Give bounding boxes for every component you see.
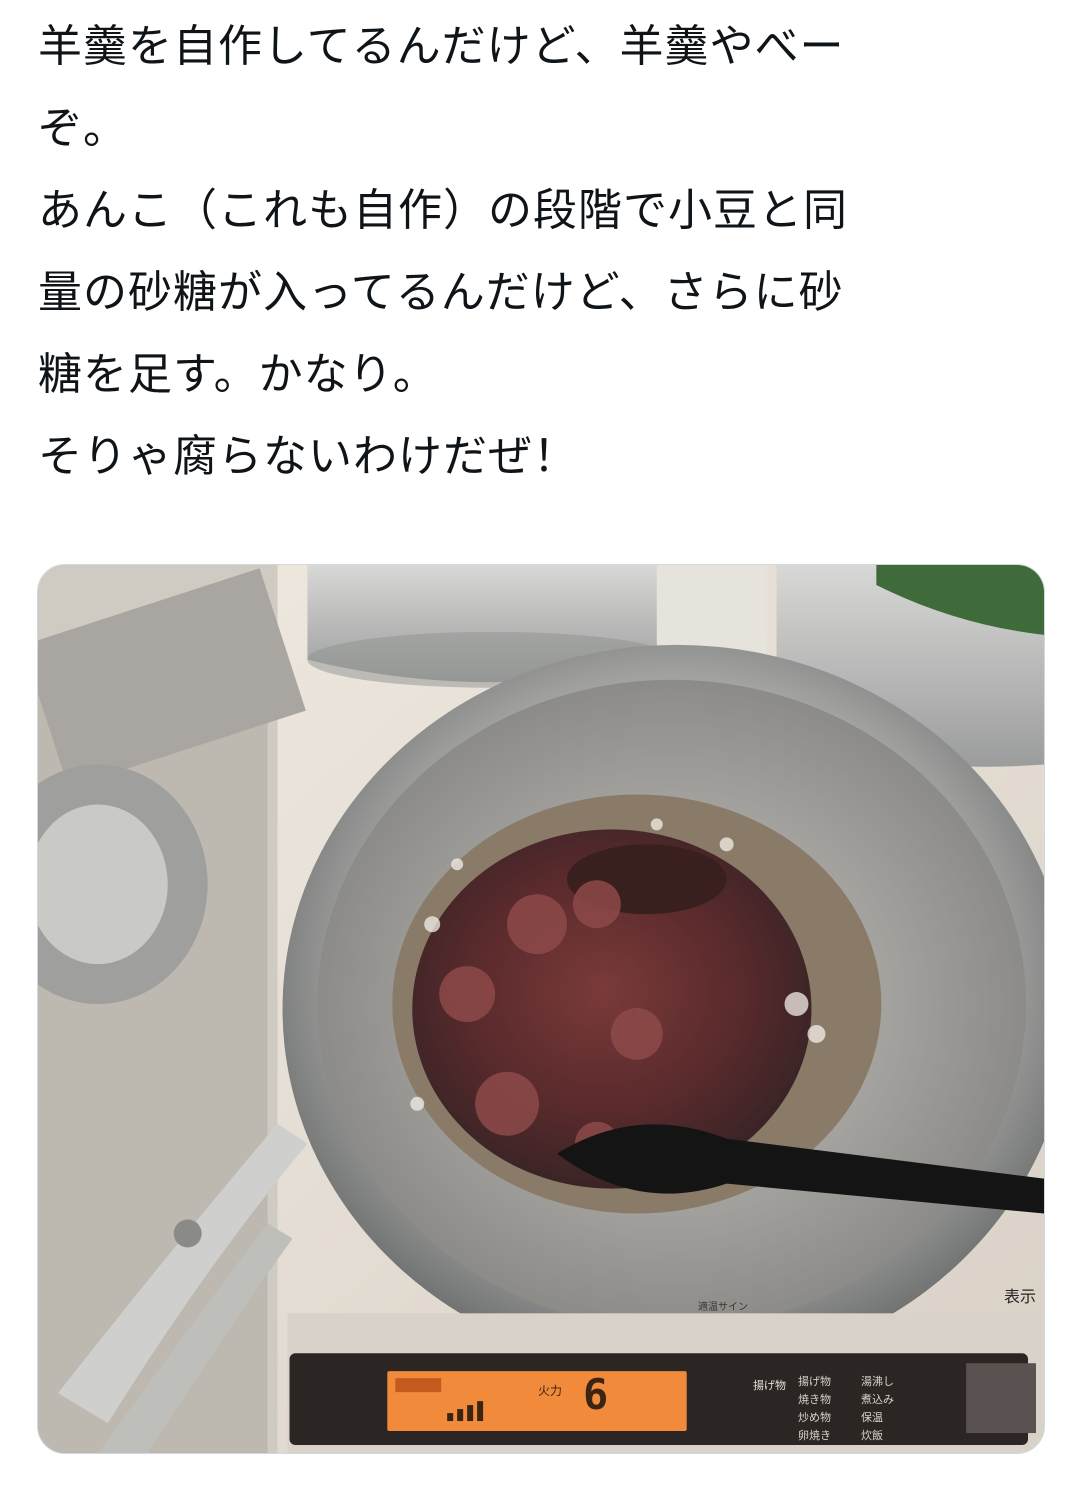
post-body: 羊羹を自作してるんだけど、羊羹やべー ぞ。 あんこ（これも自作）の段階で小豆と同… [38, 6, 1048, 498]
stove-power-label: 火力 [538, 1384, 563, 1398]
post-line: あんこ（これも自作）の段階で小豆と同 [38, 185, 848, 236]
stove-mode-item: 炒め物 [798, 1411, 831, 1424]
stove-power-value: 6 [583, 1370, 609, 1419]
stove-sign-label: 適温サイン [698, 1302, 748, 1313]
post-line: 量の砂糖が入ってるんだけど、さらに砂 [38, 267, 844, 318]
stove-mode-item: 煮込み [861, 1393, 894, 1406]
cooking-photo [38, 565, 1044, 1453]
stove-mode-item: 揚げ物 [798, 1375, 831, 1388]
stove-mode-item: 焼き物 [798, 1393, 831, 1406]
stove-mode-item: 湯沸し [861, 1375, 894, 1388]
post-line: 羊羹を自作してるんだけど、羊羹やべー [38, 21, 845, 72]
stove-mode-item: 卵焼き [798, 1429, 831, 1442]
stove-display-label: 表示 [1004, 1287, 1037, 1306]
post-line: 糖を足す。かなり。 [38, 349, 438, 400]
post-line: そりゃ腐らないわけだぜ！ [38, 431, 578, 482]
stove-mode-item: 保温 [861, 1411, 883, 1424]
stove-mode-item: 炊飯 [861, 1429, 883, 1442]
post-line: ぞ。 [38, 103, 128, 154]
stove-mode-badge: 揚げ物 [753, 1379, 786, 1392]
post-image[interactable]: 適温サイン 表示 火力 6 揚げ物 揚げ物 湯沸し 焼き物 煮込み 炒め物 保温… [37, 564, 1045, 1454]
stove-mode-list: 揚げ物 湯沸し 焼き物 煮込み 炒め物 保温 卵焼き 炊飯 [798, 1373, 918, 1443]
